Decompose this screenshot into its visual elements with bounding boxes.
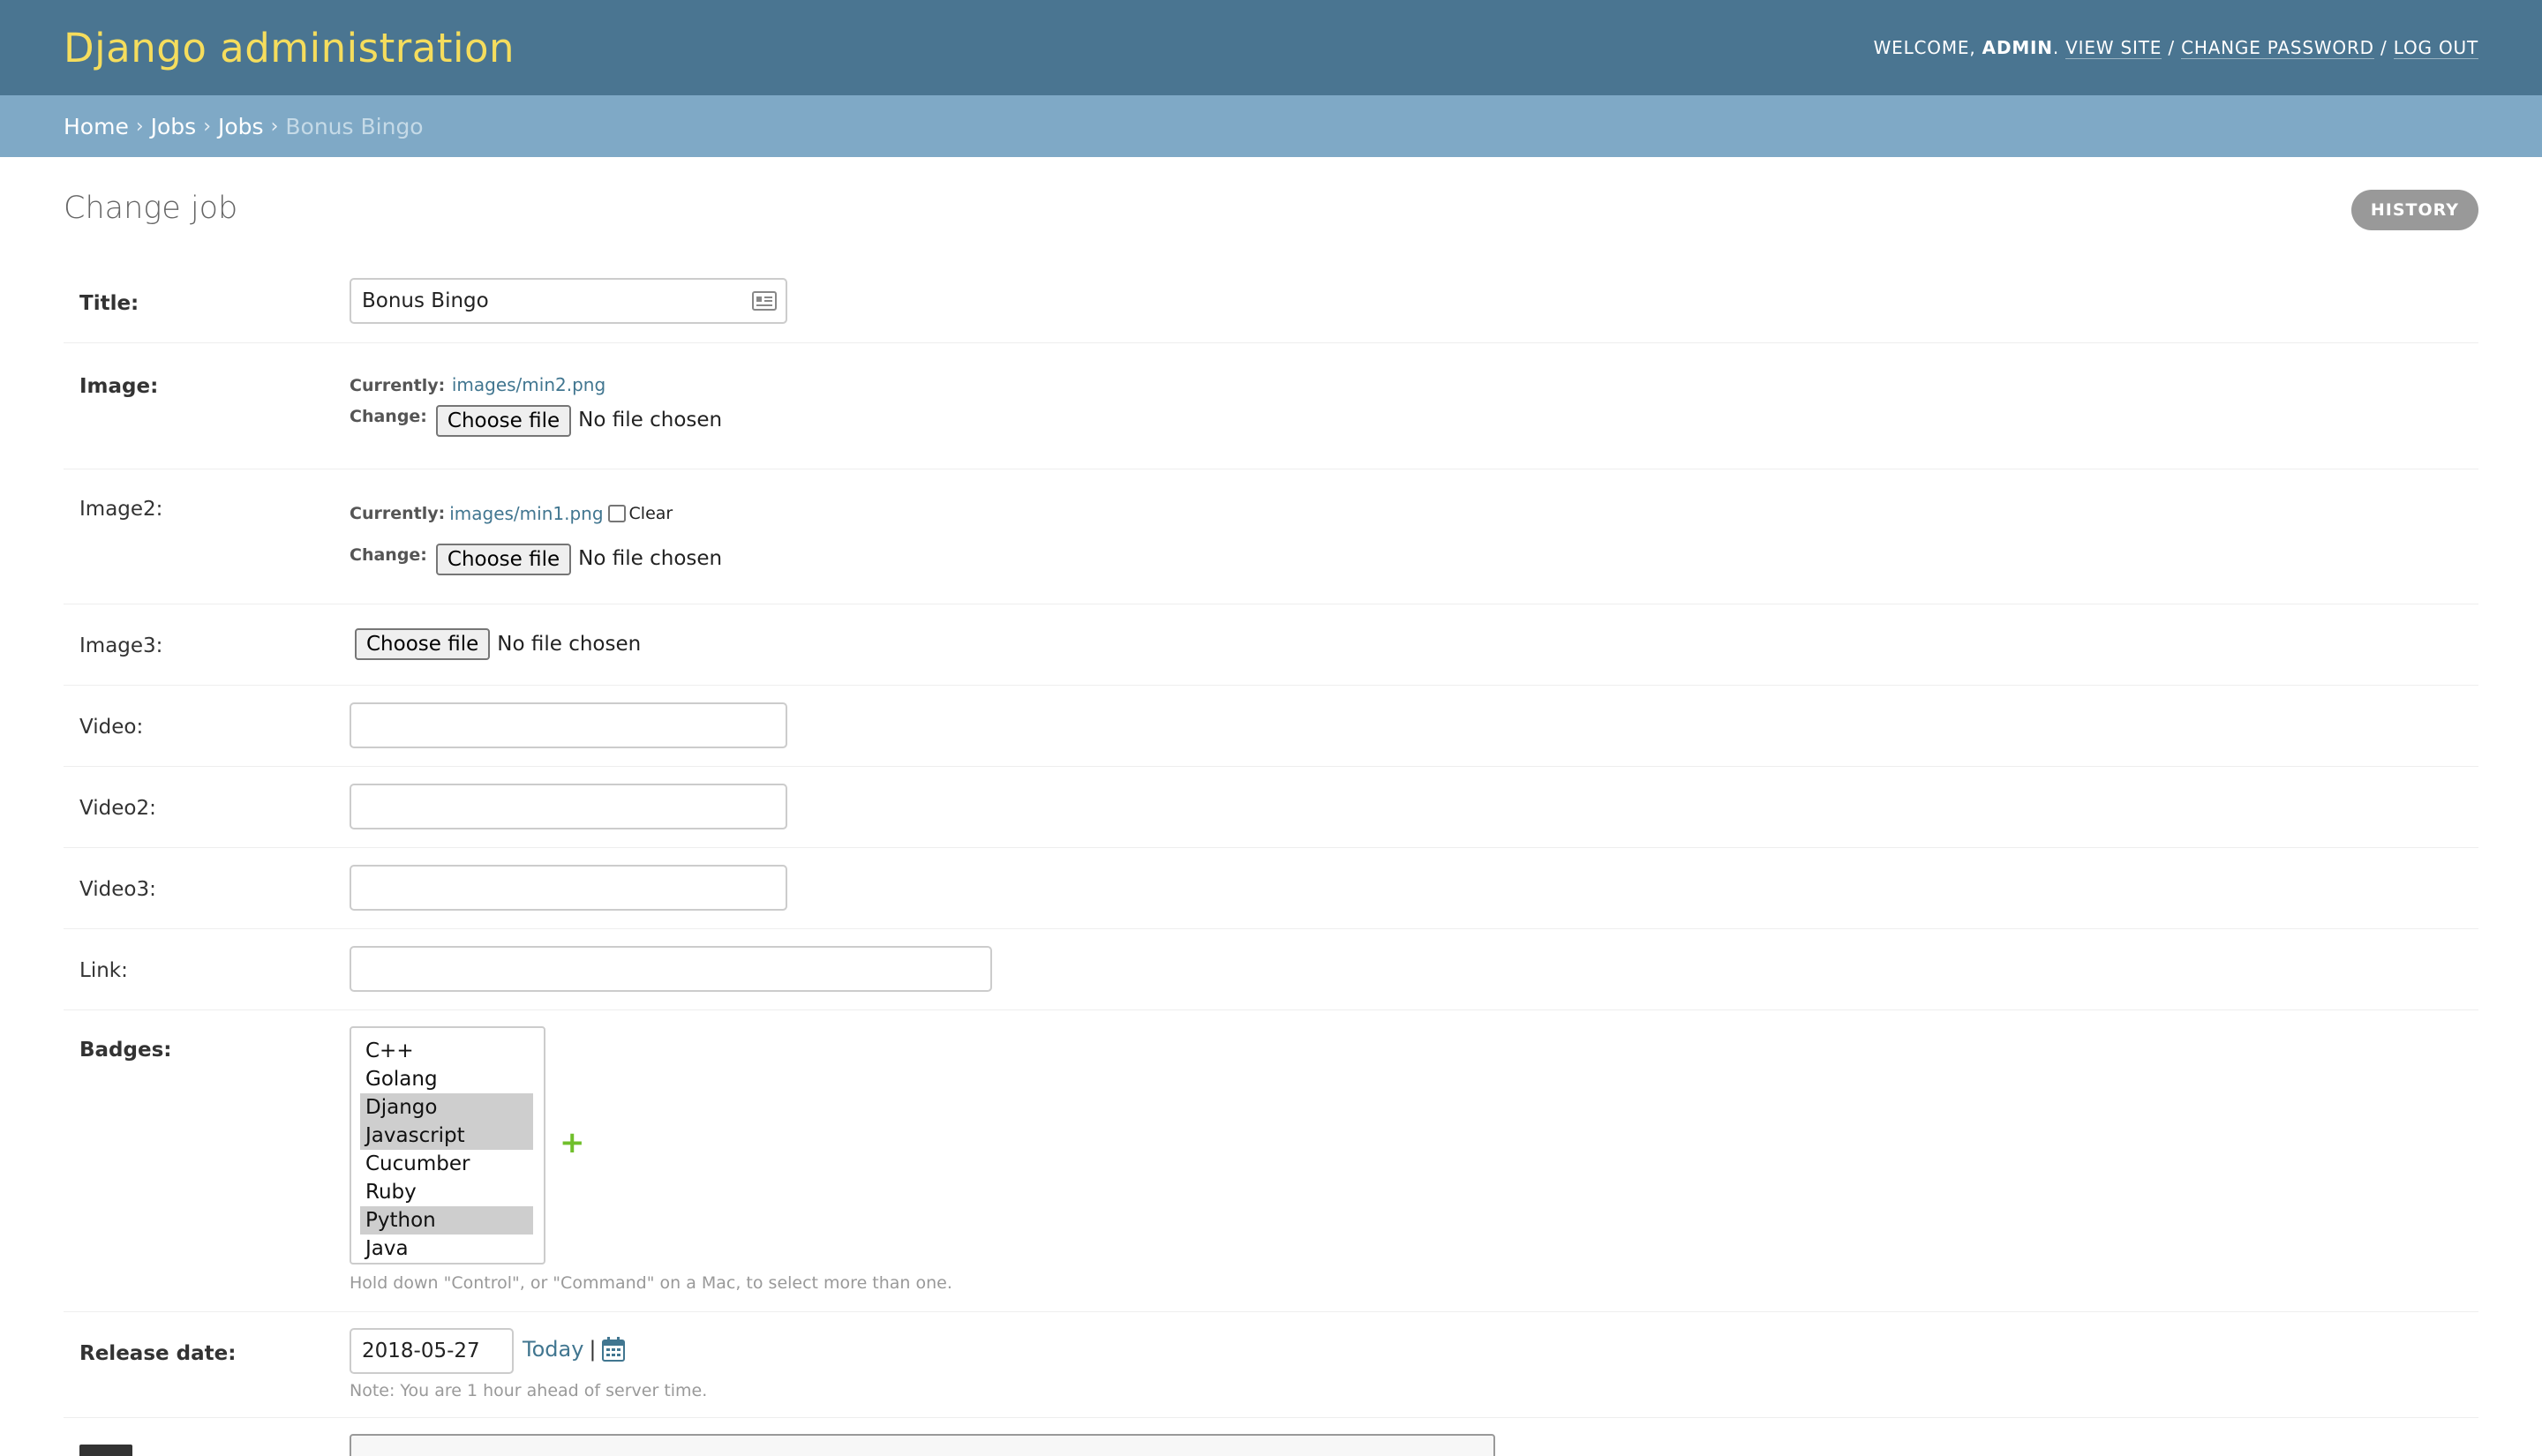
clear-checkbox[interactable]	[607, 505, 626, 522]
form-row-video2: Video2:	[64, 767, 2478, 848]
form-row-image: Image: Currently: images/min2.png Change…	[64, 343, 2478, 469]
link-input[interactable]	[350, 946, 992, 992]
breadcrumb: Home › Jobs › Jobs › Bonus Bingo	[0, 95, 2542, 157]
title-input-value: Bonus Bingo	[362, 289, 489, 312]
breadcrumb-model[interactable]: Jobs	[218, 114, 264, 139]
form-row-image2: Image2: Currently: images/min1.png Clear…	[64, 469, 2478, 604]
change-label: Change:	[350, 407, 427, 426]
image2-change: Change: Choose file No file chosen	[350, 544, 722, 575]
separator: /	[2380, 37, 2388, 58]
image2-currently: Currently: images/min1.png Clear	[350, 503, 673, 524]
badges-label: Badges:	[79, 1039, 172, 1062]
video3-label: Video3:	[79, 878, 156, 901]
breadcrumb-current: Bonus Bingo	[285, 113, 424, 139]
date-shortcuts: Today |	[523, 1337, 625, 1362]
site-branding[interactable]: Django administration	[64, 25, 515, 71]
badge-option[interactable]: Cucumber	[360, 1150, 533, 1178]
option-label: Java	[365, 1237, 409, 1260]
breadcrumb-separator: ›	[135, 115, 144, 138]
badge-option[interactable]: Java	[360, 1235, 533, 1263]
badge-option[interactable]: Python	[360, 1206, 533, 1235]
image3-label: Image3:	[79, 634, 163, 657]
timezone-note: Note: You are 1 hour ahead of server tim…	[350, 1381, 708, 1400]
option-label: C++	[365, 1039, 414, 1062]
release-date-input[interactable]: 2018-05-27	[350, 1328, 514, 1374]
image-change: Change: Choose file No file chosen	[350, 405, 722, 437]
next-row-partial	[64, 1418, 2478, 1456]
contact-card-icon	[752, 291, 777, 311]
breadcrumb-home[interactable]: Home	[64, 114, 129, 139]
option-label: Golang	[365, 1068, 438, 1091]
partial-toolbar	[350, 1434, 1495, 1456]
user-tools: Welcome, admin. View site / Change passw…	[1873, 37, 2478, 59]
option-label: Javascript	[365, 1124, 465, 1147]
breadcrumb-separator: ›	[203, 115, 212, 138]
form-row-video3: Video3:	[64, 848, 2478, 929]
form-row-release-date: Release date: 2018-05-27 Today | Note: Y…	[64, 1312, 2478, 1418]
title-input[interactable]: Bonus Bingo	[350, 278, 787, 324]
view-site-link[interactable]: View site	[2065, 37, 2162, 59]
breadcrumb-separator: ›	[270, 115, 279, 138]
image3-no-file-text: No file chosen	[497, 633, 642, 656]
option-label: Python	[365, 1209, 436, 1232]
form-row-link: Link:	[64, 929, 2478, 1010]
release-date-value: 2018-05-27	[362, 1340, 480, 1362]
image-label: Image:	[79, 375, 159, 398]
badge-option[interactable]: Django	[360, 1093, 533, 1122]
video-label: Video:	[79, 716, 144, 739]
option-label: Ruby	[365, 1181, 417, 1204]
separator: /	[2168, 37, 2175, 58]
video3-input[interactable]	[350, 865, 787, 911]
image2-label: Image2:	[79, 498, 163, 521]
form-row-badges: Badges: C++ Golang Django Javascript Cuc…	[64, 1010, 2478, 1312]
form-row-title: Title: Bonus Bingo	[64, 264, 2478, 343]
badge-option[interactable]: Ruby	[360, 1178, 533, 1206]
partial-label-fragment	[79, 1445, 132, 1456]
currently-label: Currently:	[350, 376, 446, 395]
image3-file: Choose file No file chosen	[355, 628, 641, 660]
release-date-label: Release date:	[79, 1342, 237, 1365]
welcome-text: Welcome,	[1873, 37, 1976, 58]
video2-label: Video2:	[79, 797, 156, 820]
badge-option[interactable]: Javascript	[360, 1122, 533, 1150]
image2-current-file-link[interactable]: images/min1.png	[449, 503, 603, 524]
clear-label[interactable]: Clear	[629, 504, 673, 523]
change-label: Change:	[350, 545, 427, 565]
video2-input[interactable]	[350, 784, 787, 829]
badges-help-text: Hold down "Control", or "Command" on a M…	[350, 1273, 952, 1293]
link-label: Link:	[79, 959, 128, 982]
change-password-link[interactable]: Change password	[2181, 37, 2374, 59]
image3-choose-file-button[interactable]: Choose file	[355, 628, 491, 660]
option-label: Cucumber	[365, 1152, 470, 1175]
today-link[interactable]: Today	[523, 1337, 583, 1362]
add-badge-icon[interactable]: +	[560, 1125, 585, 1160]
form-row-video: Video:	[64, 686, 2478, 767]
page-title: Change job	[64, 191, 238, 226]
title-label: Title:	[79, 292, 139, 315]
header: Django administration Welcome, admin. Vi…	[0, 0, 2542, 95]
image-choose-file-button[interactable]: Choose file	[435, 405, 572, 437]
breadcrumb-app[interactable]: Jobs	[151, 114, 197, 139]
option-label: Django	[365, 1096, 438, 1119]
username: admin	[1982, 37, 2053, 58]
currently-label: Currently:	[350, 504, 446, 523]
image2-no-file-text: No file chosen	[578, 547, 723, 570]
image-current-file-link[interactable]: images/min2.png	[452, 374, 605, 395]
badges-multiselect[interactable]: C++ Golang Django Javascript Cucumber Ru…	[350, 1026, 545, 1265]
history-button[interactable]: History	[2350, 190, 2478, 230]
video-input[interactable]	[350, 702, 787, 748]
calendar-icon[interactable]	[601, 1337, 625, 1362]
shortcut-separator: |	[589, 1337, 597, 1362]
form-row-image3: Image3: Choose file No file chosen	[64, 604, 2478, 686]
log-out-link[interactable]: Log out	[2393, 37, 2478, 59]
badge-option[interactable]: C++	[360, 1037, 533, 1065]
badge-option[interactable]: Golang	[360, 1065, 533, 1093]
image-no-file-text: No file chosen	[578, 409, 723, 432]
image-currently: Currently: images/min2.png	[350, 372, 605, 396]
image2-choose-file-button[interactable]: Choose file	[435, 544, 572, 575]
